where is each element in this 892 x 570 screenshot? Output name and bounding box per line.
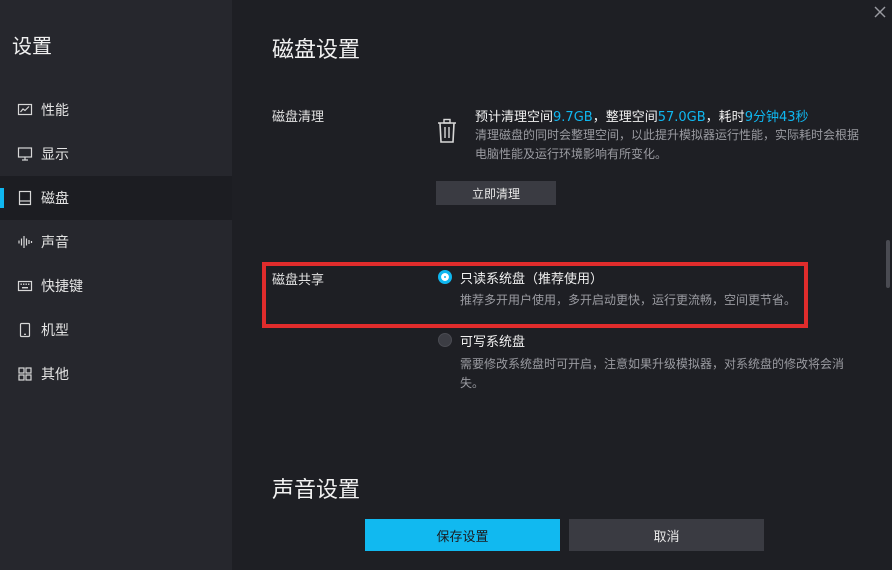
sidebar-item-label: 快捷键	[41, 279, 83, 295]
disk-settings-title: 磁盘设置	[272, 38, 361, 63]
settings-content: 磁盘设置 磁盘清理 预计清理空间9.7GB，整理空间57.0GB，耗时9分钟43…	[232, 0, 892, 570]
sidebar-item-shortcuts[interactable]: 快捷键	[0, 264, 232, 308]
cleanup-summary: 预计清理空间9.7GB，整理空间57.0GB，耗时9分钟43秒	[475, 106, 809, 125]
sidebar-item-label: 显示	[41, 147, 69, 163]
sidebar-item-disk[interactable]: 磁盘	[0, 176, 232, 220]
sidebar-item-model[interactable]: 机型	[0, 308, 232, 352]
separator: ，	[592, 110, 606, 125]
sidebar-item-label: 机型	[41, 323, 69, 339]
trash-icon	[438, 118, 456, 143]
estimate-label: 预计清理空间	[475, 110, 554, 125]
separator: ，	[705, 110, 719, 125]
sidebar-item-label: 声音	[41, 235, 69, 251]
sound-settings-title: 声音设置	[272, 478, 361, 503]
clean-now-button[interactable]: 立即清理	[436, 181, 556, 205]
highlight-annotation	[262, 262, 808, 328]
disk-icon	[18, 190, 32, 206]
close-icon[interactable]	[872, 4, 888, 20]
cancel-button[interactable]: 取消	[569, 519, 764, 551]
sound-wave-icon	[18, 236, 33, 248]
sidebar: 设置 性能 显示 磁盘 声音 快捷键 机型 其他	[0, 0, 232, 570]
phone-icon	[19, 322, 31, 338]
cleanup-description: 清理磁盘的同时会整理空间，以此提升模拟器运行性能，实际耗时会根据电脑性能及运行环…	[475, 128, 860, 161]
sidebar-item-label: 其他	[41, 367, 69, 383]
sidebar-item-other[interactable]: 其他	[0, 352, 232, 396]
sidebar-item-sound[interactable]: 声音	[0, 220, 232, 264]
save-settings-button[interactable]: 保存设置	[365, 519, 560, 551]
scrollbar-thumb[interactable]	[886, 240, 890, 288]
time-label: 耗时	[718, 110, 745, 125]
organize-label: 整理空间	[605, 110, 658, 125]
organize-value: 57.0GB	[657, 110, 706, 125]
performance-icon	[17, 103, 33, 116]
sidebar-item-display[interactable]: 显示	[0, 132, 232, 176]
writable-system-disk-desc: 需要修改系统盘时可开启，注意如果升级模拟器，对系统盘的修改将会消失。	[460, 357, 845, 390]
keyboard-icon	[17, 280, 33, 292]
settings-title: 设置	[12, 34, 52, 58]
monitor-icon	[17, 147, 33, 161]
sidebar-item-performance[interactable]: 性能	[0, 88, 232, 132]
sidebar-item-label: 磁盘	[41, 191, 69, 207]
writable-system-disk-radio[interactable]	[438, 333, 452, 347]
time-value: 9分钟43秒	[744, 110, 809, 125]
estimate-value: 9.7GB	[553, 110, 593, 125]
disk-cleanup-label: 磁盘清理	[272, 110, 325, 125]
writable-system-disk-label[interactable]: 可写系统盘	[460, 331, 525, 350]
sidebar-item-label: 性能	[41, 103, 69, 119]
grid-icon	[18, 367, 32, 381]
